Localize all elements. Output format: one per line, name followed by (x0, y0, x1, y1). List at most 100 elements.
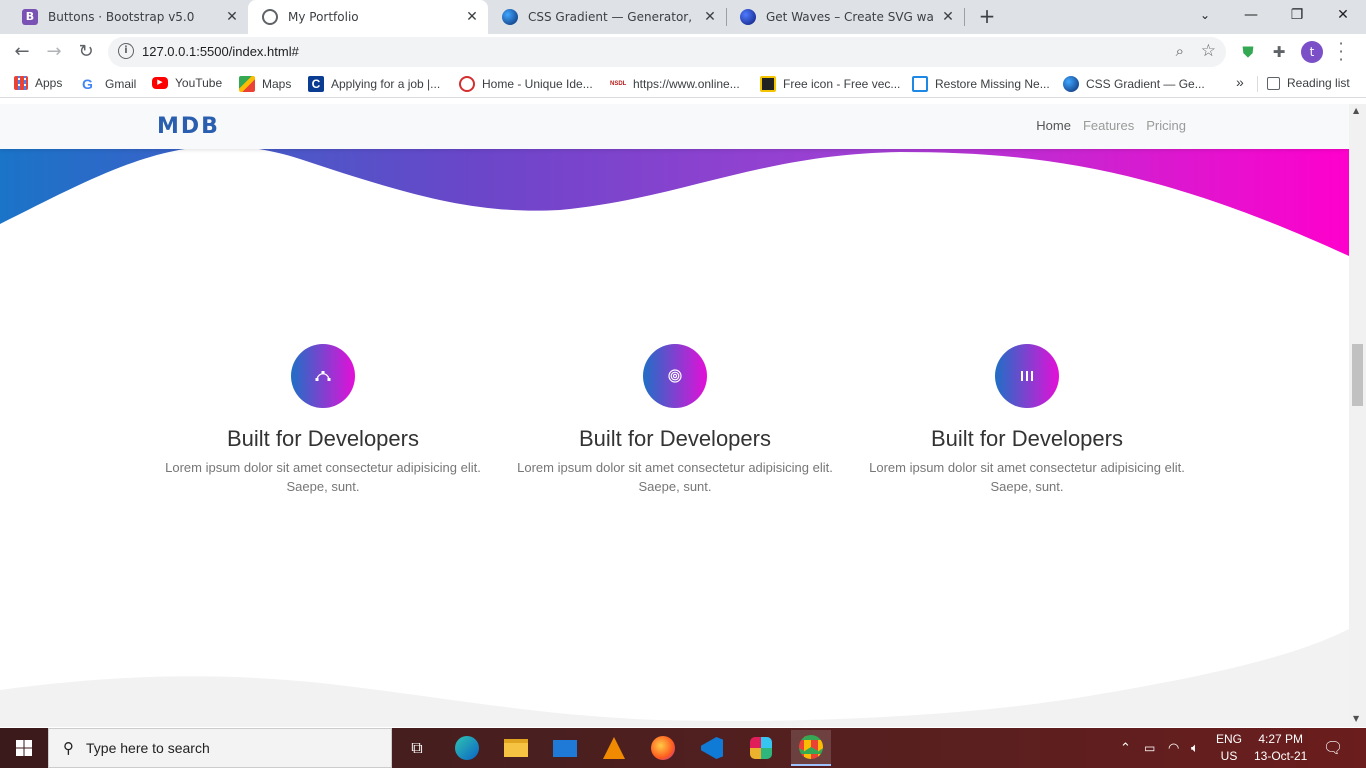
vlc-icon[interactable] (600, 734, 628, 762)
task-view-icon[interactable]: ⧉ (403, 734, 431, 762)
tray-overflow-chevron-icon[interactable]: ⌃ (1120, 728, 1131, 768)
close-icon[interactable]: ✕ (464, 9, 480, 25)
bookmark-apps[interactable]: Apps (14, 76, 62, 90)
clock-time: 4:27 PM (1258, 732, 1304, 746)
reading-list-label: Reading list (1287, 76, 1350, 90)
bookmark-css-gradient[interactable]: CSS Gradient — Ge... (1063, 76, 1205, 92)
shield-extension-icon[interactable]: ⛊ (1238, 42, 1258, 62)
bookmark-label: Free icon - Free vec... (783, 77, 901, 91)
new-tab-button[interactable]: + (976, 5, 998, 27)
fingerprint-icon (459, 76, 475, 92)
back-button[interactable]: ← (9, 39, 35, 65)
feature-text: Lorem ipsum dolor sit amet consectetur a… (869, 460, 1185, 494)
feature-text: Lorem ipsum dolor sit amet consectetur a… (165, 460, 481, 494)
bookmark-label: Maps (262, 77, 292, 91)
feature-card-3: Built for Developers Lorem ipsum dolor s… (851, 344, 1203, 496)
bookmark-label: https://www.online... (633, 77, 740, 91)
page-scrollbar[interactable]: ▲ ▼ (1349, 104, 1366, 727)
bookmark-label: Applying for a job |... (331, 77, 441, 91)
tab-bootstrap[interactable]: B Buttons · Bootstrap v5.0 ✕ (8, 0, 248, 34)
menu-kebab-icon[interactable]: · · · (1336, 36, 1346, 68)
reading-list-button[interactable]: Reading list (1267, 76, 1350, 90)
tab-my-portfolio[interactable]: My Portfolio ✕ (248, 0, 488, 34)
windows-logo-icon (16, 740, 32, 756)
slack-icon[interactable] (747, 734, 775, 762)
site-info-icon[interactable]: i (118, 43, 134, 59)
bookmark-free-icon[interactable]: Free icon - Free vec... (760, 76, 900, 92)
bookmark-youtube[interactable]: ▶ YouTube (152, 76, 222, 90)
google-icon: G (82, 76, 93, 92)
battery-icon[interactable]: ▭ (1144, 728, 1155, 768)
taskbar-search-box[interactable]: ⚲ Type here to search (48, 728, 392, 768)
scrollbar-thumb[interactable] (1352, 344, 1363, 406)
tab-title: My Portfolio (288, 10, 359, 24)
bookmark-gmail[interactable]: G Gmail (82, 76, 136, 92)
vscode-icon[interactable] (698, 734, 726, 762)
forward-button[interactable]: → (41, 39, 67, 65)
url-text[interactable]: 127.0.0.1:5500/index.html# (142, 44, 299, 59)
site-navbar: MDB Home Features Pricing (0, 104, 1349, 149)
bookmarks-overflow-button[interactable]: » (1236, 74, 1244, 90)
feature-icon-circle (643, 344, 707, 408)
tab-search-chevron-icon[interactable]: ⌄ (1182, 0, 1228, 30)
region-code: US (1220, 749, 1238, 763)
restore-button[interactable]: ❐ (1274, 0, 1320, 30)
bookmark-online[interactable]: NSDL https://www.online... (610, 76, 740, 92)
tab-title: Buttons · Bootstrap v5.0 (48, 10, 195, 24)
feature-card-2: Built for Developers Lorem ipsum dolor s… (499, 344, 851, 496)
tab-title: Get Waves – Create SVG waves fo (766, 10, 934, 24)
feature-title: Built for Developers (579, 426, 771, 451)
brand-logo[interactable]: MDB (157, 114, 220, 139)
browser-toolbar: ← → ↻ i 127.0.0.1:5500/index.html# ⌕ ☆ ⛊… (0, 34, 1366, 70)
close-icon[interactable]: ✕ (224, 9, 240, 25)
site-nav-links: Home Features Pricing (1036, 118, 1186, 133)
c-icon: C (308, 76, 324, 92)
edge-icon[interactable] (453, 734, 481, 762)
tab-separator (964, 8, 965, 26)
page-viewport: MDB Home Features Pricing Built for Deve… (0, 104, 1349, 727)
chrome-taskbar-button[interactable] (791, 730, 831, 766)
bookmark-unique-ide[interactable]: Home - Unique Ide... (459, 76, 593, 92)
monitor-icon (912, 76, 928, 92)
start-button[interactable] (0, 728, 48, 768)
profile-avatar[interactable]: t (1301, 41, 1323, 63)
minimize-button[interactable]: — (1228, 0, 1274, 30)
bookmark-star-icon[interactable]: ☆ (1201, 41, 1216, 61)
puzzle-extensions-icon[interactable]: ✚ (1269, 42, 1289, 62)
nav-features[interactable]: Features (1083, 118, 1134, 133)
firefox-icon[interactable] (649, 734, 677, 762)
feature-title: Built for Developers (227, 426, 419, 451)
nav-home[interactable]: Home (1036, 118, 1071, 133)
zoom-magnifier-icon[interactable]: ⌕ (1176, 42, 1184, 60)
file-explorer-icon[interactable] (502, 734, 530, 762)
notification-icon[interactable]: 🗨︎ (1323, 728, 1343, 768)
nav-pricing[interactable]: Pricing (1146, 118, 1186, 133)
close-window-button[interactable]: ✕ (1320, 0, 1366, 30)
volume-icon[interactable]: 🔈︎ (1191, 728, 1199, 768)
tab-get-waves[interactable]: Get Waves – Create SVG waves fo ✕ (726, 0, 964, 34)
clock[interactable]: 4:27 PM 13-Oct-21 (1254, 728, 1307, 768)
mail-icon[interactable] (551, 734, 579, 762)
wifi-icon[interactable]: ◠ (1168, 728, 1179, 768)
feature-icon-circle (291, 344, 355, 408)
windows-taskbar: ⚲ Type here to search ⧉ ⌃ ▭ ◠ 🔈︎ ENG US … (0, 728, 1366, 768)
scroll-up-arrow-icon[interactable]: ▲ (1353, 106, 1359, 115)
bookmark-label: Restore Missing Ne... (935, 77, 1050, 91)
scroll-down-arrow-icon[interactable]: ▼ (1353, 714, 1359, 723)
search-icon: ⚲ (63, 739, 74, 757)
close-icon[interactable]: ✕ (940, 9, 956, 25)
reload-button[interactable]: ↻ (73, 39, 99, 65)
lang-code: ENG (1216, 732, 1243, 746)
bookmark-restore-missing[interactable]: Restore Missing Ne... (912, 76, 1050, 92)
bookmark-maps[interactable]: Maps (239, 76, 291, 92)
tab-css-gradient[interactable]: CSS Gradient — Generator, Make ✕ (488, 0, 726, 34)
globe-icon (262, 9, 278, 25)
bezier-curve-icon (315, 371, 331, 381)
bookmark-applying-job[interactable]: C Applying for a job |... (308, 76, 440, 92)
close-icon[interactable]: ✕ (702, 9, 718, 25)
address-bar[interactable]: i 127.0.0.1:5500/index.html# ⌕ ☆ (108, 37, 1226, 67)
language-indicator[interactable]: ENG US (1216, 728, 1242, 768)
tab-title: CSS Gradient — Generator, Make (528, 10, 696, 24)
feature-icon-circle (995, 344, 1059, 408)
flaticon-icon (760, 76, 776, 92)
